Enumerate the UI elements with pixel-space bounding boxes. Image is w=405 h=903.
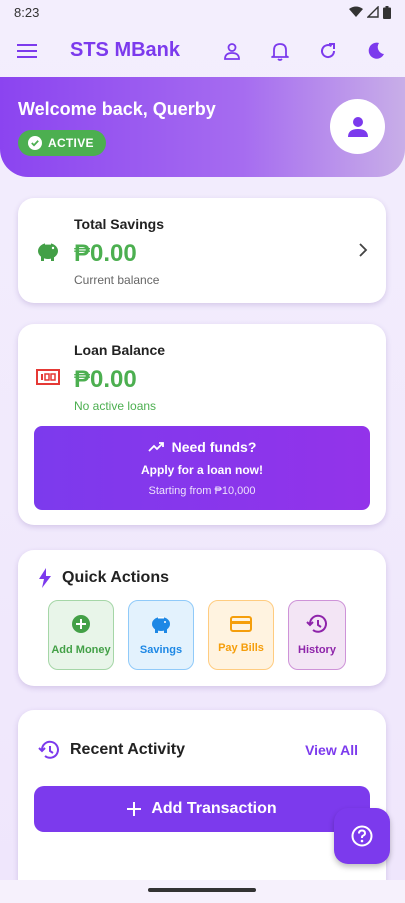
profile-icon[interactable]: [219, 38, 245, 64]
menu-icon[interactable]: [16, 40, 38, 62]
history-button[interactable]: History: [288, 600, 346, 670]
money-icon: [36, 369, 60, 385]
recent-activity-card: Recent Activity View All Add Transaction: [18, 710, 386, 890]
help-icon: [351, 825, 373, 847]
welcome-banner: Welcome back, Querby ACTIVE: [0, 77, 405, 177]
quick-actions-row: Add Money Savings Pay Bills History: [48, 600, 346, 670]
recent-activity-title: Recent Activity: [70, 741, 185, 758]
loan-subtext: No active loans: [74, 399, 157, 413]
check-circle-icon: [28, 136, 42, 150]
avatar[interactable]: [330, 99, 385, 154]
status-icons: [349, 5, 391, 19]
view-all-link[interactable]: View All: [305, 742, 358, 758]
cta-title-text: Need funds?: [171, 439, 257, 455]
plus-icon: [127, 802, 142, 816]
add-money-label: Add Money: [51, 644, 111, 656]
status-bar: 8:23: [0, 0, 405, 24]
history-icon: [306, 614, 327, 633]
signal-icon: [367, 6, 379, 18]
quick-actions-title: Quick Actions: [62, 569, 169, 586]
battery-icon: [383, 5, 391, 19]
recent-activity-header: Recent Activity: [38, 740, 185, 760]
add-circle-icon: [72, 615, 90, 633]
quick-actions-card: Quick Actions Add Money Savings Pay Bill…: [18, 550, 386, 686]
app-title: STS MBank: [70, 39, 181, 61]
wifi-icon: [349, 6, 363, 17]
home-indicator[interactable]: [148, 888, 256, 892]
credit-card-icon: [230, 616, 252, 632]
savings-amount: ₱0.00: [74, 240, 137, 267]
apply-loan-button[interactable]: Need funds? Apply for a loan now! Starti…: [34, 426, 370, 510]
chevron-right-icon: [359, 243, 368, 257]
refresh-icon[interactable]: [315, 38, 341, 64]
savings-subtext: Current balance: [74, 273, 160, 287]
savings-card[interactable]: Total Savings ₱0.00 Current balance: [18, 198, 386, 303]
status-badge: ACTIVE: [18, 130, 106, 156]
history-icon: [38, 740, 59, 759]
cta-title: Need funds?: [34, 439, 370, 455]
piggy-bank-icon: [38, 243, 58, 261]
status-badge-label: ACTIVE: [48, 136, 94, 150]
flash-icon: [39, 568, 51, 588]
pay-bills-button[interactable]: Pay Bills: [208, 600, 274, 670]
loan-amount: ₱0.00: [74, 366, 137, 393]
app-bar: STS MBank: [0, 24, 405, 77]
savings-button-label: Savings: [139, 644, 183, 656]
loan-card: Loan Balance ₱0.00 No active loans Need …: [18, 324, 386, 525]
dark-mode-icon[interactable]: [363, 38, 389, 64]
pay-bills-label: Pay Bills: [218, 642, 264, 654]
help-button[interactable]: [334, 808, 390, 864]
trending-up-icon: [147, 442, 164, 452]
add-money-button[interactable]: Add Money: [48, 600, 114, 670]
cta-subtitle: Apply for a loan now!: [141, 463, 263, 477]
history-label: History: [298, 644, 336, 656]
savings-button[interactable]: Savings: [128, 600, 194, 670]
cta-note: Starting from ₱10,000: [148, 485, 256, 497]
app-bar-actions: [219, 38, 389, 64]
piggy-bank-icon: [152, 617, 170, 633]
add-transaction-button[interactable]: Add Transaction: [34, 786, 370, 832]
status-time: 8:23: [14, 4, 40, 20]
quick-actions-header: Quick Actions: [38, 568, 169, 588]
add-transaction-label: Add Transaction: [151, 800, 277, 817]
loan-label: Loan Balance: [74, 342, 166, 358]
notification-bell-icon[interactable]: [267, 38, 293, 64]
person-icon: [347, 116, 368, 137]
savings-label: Total Savings: [74, 216, 164, 232]
